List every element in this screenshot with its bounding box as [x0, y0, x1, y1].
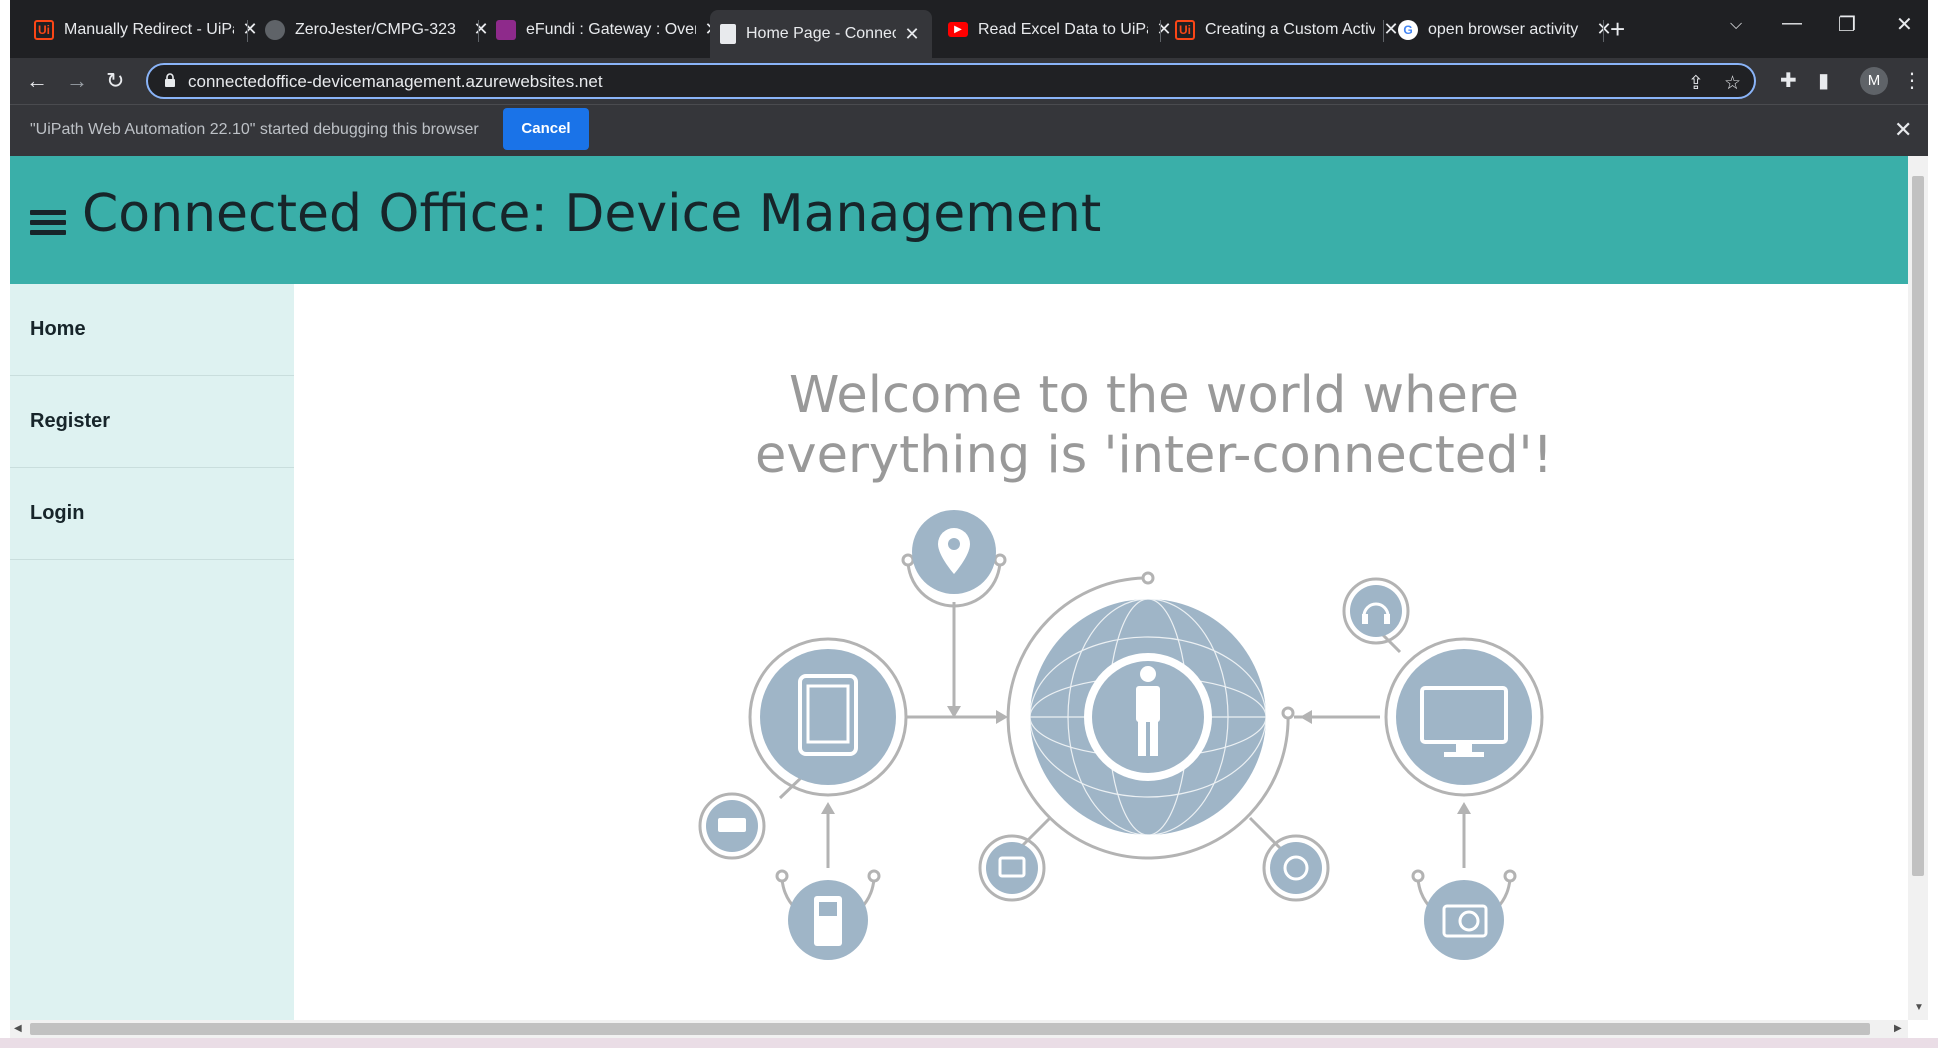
sidebar: Home Register Login: [10, 284, 294, 1020]
tab-title: Read Excel Data to UiPath: [978, 20, 1148, 38]
site-header: Connected Office: Device Management: [10, 156, 1908, 284]
tab-3-active[interactable]: Home Page - Connected Office ✕: [710, 10, 932, 58]
tab-4[interactable]: ▶ Read Excel Data to UiPath ✕: [938, 13, 1184, 46]
window-close-button[interactable]: ✕: [1896, 12, 1913, 37]
toolbar: ← → ↻ connectedoffice-devicemanagement.a…: [10, 58, 1928, 104]
menu-icon[interactable]: ⋮: [1902, 68, 1922, 93]
tab-search-icon[interactable]: ⌵: [1730, 16, 1742, 34]
hamburger-menu-icon[interactable]: [30, 210, 66, 236]
cancel-button[interactable]: Cancel: [503, 108, 589, 150]
tab-strip: Ui Manually Redirect - UiPath Community …: [10, 0, 1928, 58]
infobar-message: "UiPath Web Automation 22.10" started de…: [30, 121, 479, 138]
scroll-left-icon[interactable]: ◀: [14, 1023, 22, 1034]
address-bar[interactable]: connectedoffice-devicemanagement.azurewe…: [146, 63, 1756, 99]
close-icon[interactable]: ✕: [1894, 117, 1912, 143]
minimize-button[interactable]: —: [1782, 12, 1802, 35]
vertical-scrollbar[interactable]: ▼: [1908, 156, 1928, 1020]
scroll-right-icon[interactable]: ▶: [1894, 1023, 1902, 1034]
github-icon: [265, 19, 285, 40]
tab-separator: [247, 20, 248, 42]
uipath-icon: Ui: [34, 19, 54, 40]
youtube-icon: ▶: [948, 22, 968, 37]
new-tab-button[interactable]: +: [1610, 14, 1625, 45]
tab-separator: [1603, 20, 1604, 42]
efundi-icon: [496, 19, 516, 40]
reload-button[interactable]: ↻: [106, 68, 124, 94]
forward-button[interactable]: →: [66, 68, 88, 94]
lock-icon: [165, 73, 175, 87]
close-icon[interactable]: ✕: [902, 24, 922, 45]
tab-title: Home Page - Connected Office: [746, 25, 896, 42]
taskbar-strip: [0, 1038, 1938, 1048]
tab-title: Creating a Custom Activity: [1205, 20, 1375, 38]
page-icon: [720, 24, 736, 44]
tab-title: Manually Redirect - UiPath Community: [64, 20, 234, 38]
scrollbar-thumb[interactable]: [1912, 176, 1924, 876]
extensions-icon[interactable]: ✚: [1780, 68, 1797, 93]
scroll-down-icon[interactable]: ▼: [1914, 1002, 1924, 1013]
restore-button[interactable]: ❐: [1838, 12, 1856, 37]
sidebar-item-label: Register: [30, 410, 111, 432]
connected-devices-illustration: [698, 510, 1544, 960]
tab-5[interactable]: Ui Creating a Custom Activity ✕: [1165, 13, 1411, 46]
side-panel-icon[interactable]: ▮: [1818, 68, 1829, 93]
profile-avatar[interactable]: M: [1860, 67, 1888, 95]
tab-title: eFundi : Gateway : Overview: [526, 20, 696, 38]
tab-separator: [1383, 20, 1384, 42]
back-button[interactable]: ←: [26, 68, 48, 94]
tab-2[interactable]: eFundi : Gateway : Overview ✕: [486, 13, 732, 46]
sidebar-item-home[interactable]: Home: [10, 284, 294, 376]
welcome-heading: Welcome to the world where everything is…: [755, 366, 1553, 485]
sidebar-item-login[interactable]: Login: [10, 468, 294, 560]
sidebar-item-register[interactable]: Register: [10, 376, 294, 468]
sidebar-item-label: Login: [30, 502, 85, 524]
tab-1[interactable]: ZeroJester/CMPG-323 ✕: [255, 13, 501, 46]
sidebar-item-label: Home: [30, 318, 86, 340]
tab-6[interactable]: G open browser activity ✕: [1388, 13, 1624, 46]
tab-title: open browser activity: [1428, 20, 1579, 38]
google-icon: G: [1398, 19, 1418, 40]
url-text[interactable]: connectedoffice-devicemanagement.azurewe…: [188, 72, 603, 92]
tab-0[interactable]: Ui Manually Redirect - UiPath Community …: [24, 13, 270, 46]
tab-title: ZeroJester/CMPG-323: [295, 20, 456, 38]
debug-infobar: "UiPath Web Automation 22.10" started de…: [10, 104, 1928, 156]
bookmark-star-icon[interactable]: ☆: [1724, 72, 1741, 95]
browser-chrome: Ui Manually Redirect - UiPath Community …: [10, 0, 1928, 156]
uipath-icon: Ui: [1175, 19, 1195, 40]
page-title: Connected Office: Device Management: [82, 184, 1102, 244]
horizontal-scrollbar[interactable]: ◀ ▶: [10, 1020, 1908, 1038]
tab-separator: [1160, 20, 1161, 42]
tab-separator: [478, 20, 479, 42]
share-icon[interactable]: ⇪: [1688, 72, 1704, 95]
scrollbar-thumb[interactable]: [30, 1023, 1870, 1035]
